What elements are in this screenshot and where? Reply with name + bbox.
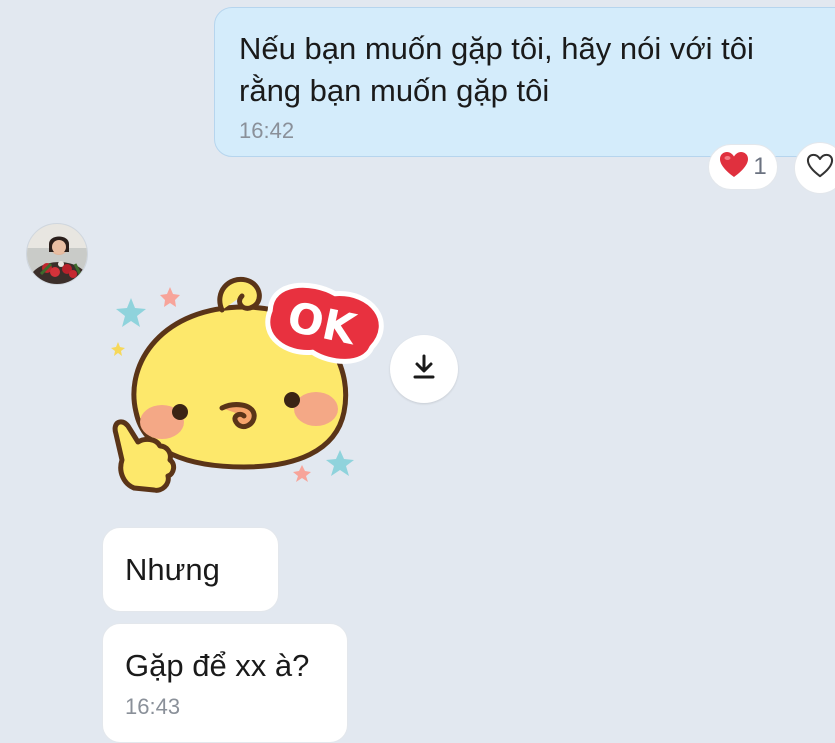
download-icon [410,353,438,386]
heart-outline-icon [806,153,834,184]
incoming-message-bubble[interactable]: Gặp để xx à? 16:43 [102,623,348,743]
message-text: Nhưng [125,552,220,587]
red-heart-icon [719,151,749,184]
message-text: Nếu bạn muốn gặp tôi, hãy nói với tôi rằ… [239,31,754,108]
outgoing-message-bubble[interactable]: Nếu bạn muốn gặp tôi, hãy nói với tôi rằ… [214,7,835,157]
user-avatar[interactable] [26,223,88,285]
message-time: 16:43 [125,694,181,719]
message-time: 16:42 [239,118,295,143]
incoming-message-bubble[interactable]: Nhưng [102,527,279,612]
reaction-summary[interactable]: 1 [708,144,778,190]
download-button[interactable] [390,335,458,403]
message-text: Gặp để xx à? [125,648,310,683]
reaction-count: 1 [753,153,767,180]
yellow-chick-ok-sticker[interactable]: OK [104,262,384,502]
like-button[interactable] [794,142,835,194]
